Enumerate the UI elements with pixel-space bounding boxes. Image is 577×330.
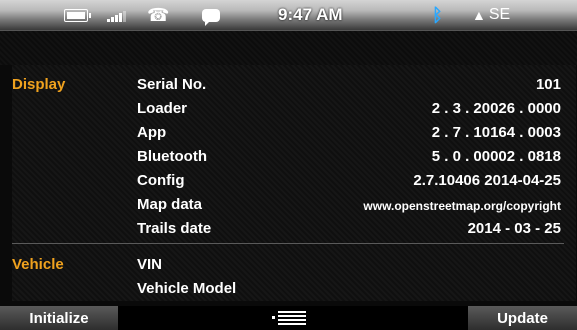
compass-heading: SE <box>488 6 511 23</box>
header-strip <box>0 31 577 65</box>
row-label-vehicle-model: Vehicle Model <box>137 280 237 297</box>
message-icon <box>202 0 220 30</box>
row-label-app: App <box>137 124 167 141</box>
section-label-vehicle: Vehicle <box>12 256 64 273</box>
initialize-button[interactable]: Initialize <box>0 306 118 330</box>
battery-icon <box>64 0 91 30</box>
compass: ▲ SE <box>472 0 510 30</box>
row-value-trails-date: 2014 - 03 - 25 <box>467 220 561 237</box>
section-label-display: Display <box>12 76 66 93</box>
row-label-config: Config <box>137 172 185 189</box>
phone-icon: ☎ <box>147 4 170 25</box>
bluetooth-icon: ᛒ <box>432 4 443 25</box>
row-label-serial: Serial No. <box>137 76 207 93</box>
status-bar: ☎ 9:47 AM ᛒ ▲ SE <box>0 0 577 31</box>
row-label-bluetooth: Bluetooth <box>137 148 207 165</box>
row-value-bluetooth: 5 . 0 . 00002 . 0818 <box>431 148 561 165</box>
row-label-loader: Loader <box>137 100 188 117</box>
row-label-trails-date: Trails date <box>137 220 212 237</box>
clock: 9:47 AM <box>278 5 343 24</box>
row-value-loader: 2 . 3 . 20026 . 0000 <box>431 100 561 117</box>
row-value-serial: 101 <box>535 76 561 93</box>
screen: ☎ 9:47 AM ᛒ ▲ SE Display Serial No. 101 … <box>0 0 577 330</box>
signal-icon <box>107 0 127 30</box>
compass-arrow-icon: ▲ <box>472 7 486 23</box>
menu-icon[interactable] <box>272 311 306 325</box>
section-divider <box>12 243 564 244</box>
row-label-map-data: Map data <box>137 196 203 213</box>
update-button[interactable]: Update <box>468 306 577 330</box>
row-value-config: 2.7.10406 2014-04-25 <box>413 172 561 189</box>
row-value-app: 2 . 7 . 10164 . 0003 <box>431 124 561 141</box>
row-label-vin: VIN <box>137 256 163 273</box>
row-value-map-data: www.openstreetmap.org/copyright <box>363 199 561 213</box>
